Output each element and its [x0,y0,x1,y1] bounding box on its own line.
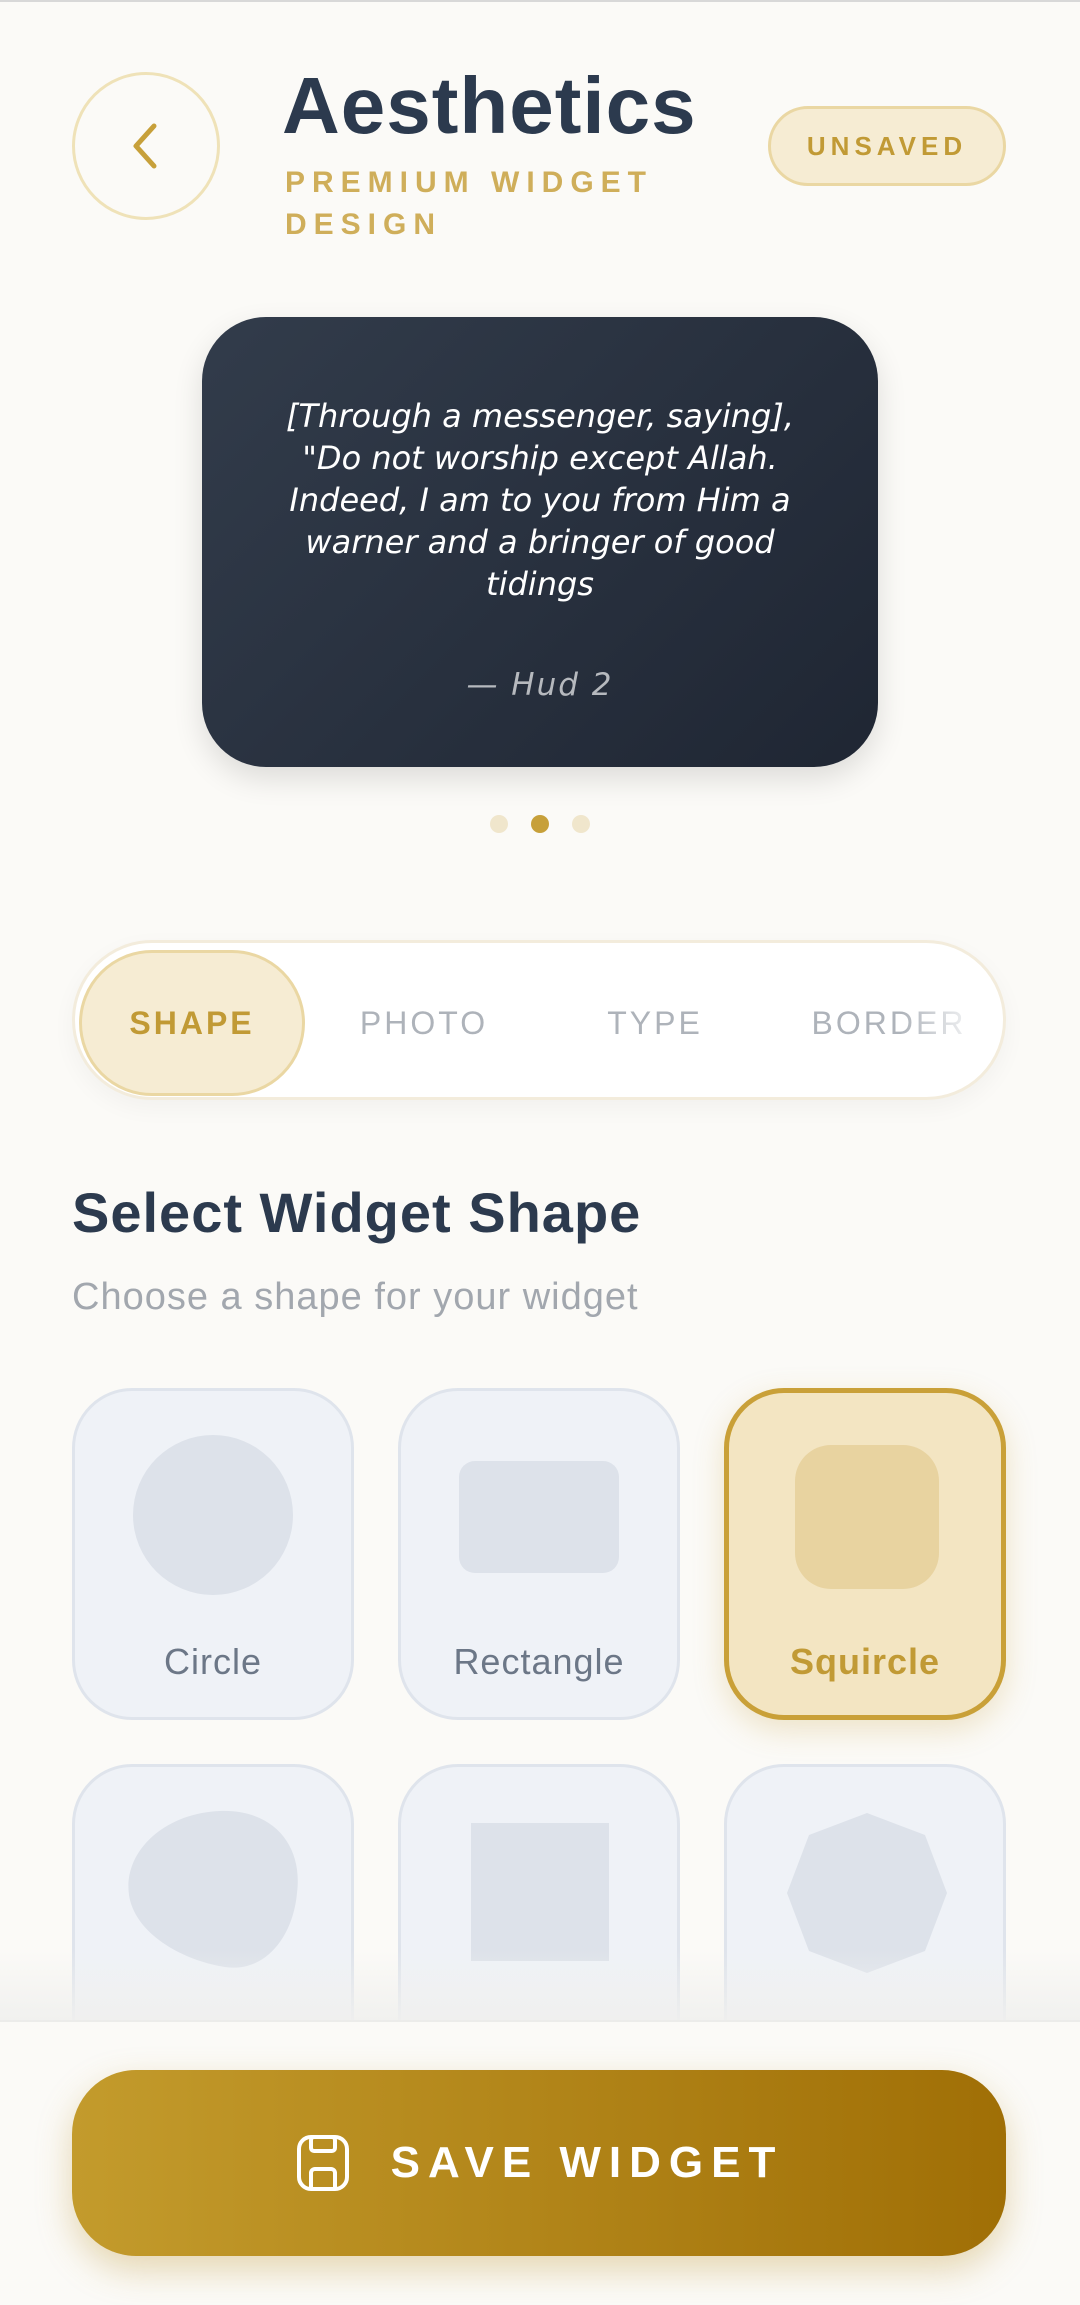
shape-option-rectangle[interactable]: Rectangle [398,1388,680,1720]
carousel-dots [488,815,592,835]
carousel-dot-1[interactable] [490,815,508,833]
save-icon [296,2135,349,2191]
page-subtitle: PREMIUM WIDGET DESIGN [285,166,653,241]
preview-quote: [Through a messenger, saying], "Do not w… [286,397,794,603]
status-divider [0,0,1080,2]
rectangle-shape-preview [459,1461,619,1573]
carousel-dot-2[interactable] [531,815,549,833]
chevron-left-icon [133,123,157,169]
tab-photo[interactable]: PHOTO [311,950,537,1096]
page-title: Aesthetics [282,61,697,150]
shape-option-squircle[interactable]: Squircle [724,1388,1006,1720]
editor-tabs: SHAPE PHOTO TYPE BORDER [72,940,1006,1100]
square-shape-preview [471,1823,609,1961]
shape-option-circle[interactable]: Circle [72,1388,354,1720]
tab-border[interactable]: BORDER [776,950,1002,1096]
section-subtitle: Choose a shape for your widget [72,1276,639,1318]
save-button-label: SAVE WIDGET [390,2138,784,2187]
tab-shape[interactable]: SHAPE [79,950,305,1096]
blob-shape-preview [128,1810,298,1968]
preview-reference: — Hud 2 [466,667,614,703]
save-widget-button[interactable]: SAVE WIDGET [72,2070,1006,2256]
squircle-shape-preview [795,1445,939,1589]
shape-label: Rectangle [453,1641,625,1682]
circle-shape-preview [133,1435,293,1595]
tab-type[interactable]: TYPE [542,950,768,1096]
bottom-fade [0,1950,1080,2020]
back-button[interactable] [72,72,220,220]
shape-label: Circle [163,1641,262,1682]
section-title: Select Widget Shape [72,1181,642,1244]
shape-label: Squircle [789,1641,941,1682]
widget-preview-card[interactable]: [Through a messenger, saying], "Do not w… [202,317,878,767]
carousel-dot-3[interactable] [572,815,590,833]
status-badge: UNSAVED [768,106,1006,186]
